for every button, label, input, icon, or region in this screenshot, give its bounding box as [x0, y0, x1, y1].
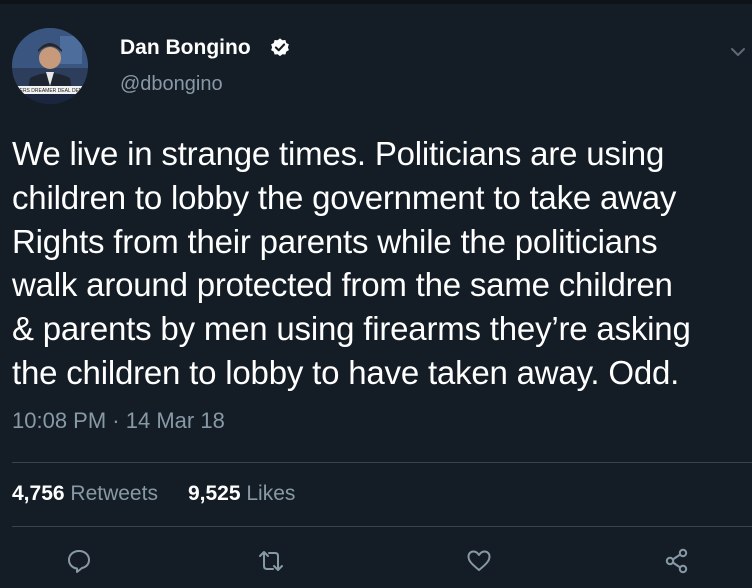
retweet-icon[interactable]: [258, 548, 284, 574]
chevron-down-icon[interactable]: [730, 46, 746, 58]
verified-badge-icon: [271, 38, 289, 57]
user-handle[interactable]: @dbongino: [120, 73, 223, 96]
share-icon[interactable]: [664, 548, 690, 574]
tweet-card: DERS DREAMER DEAL DEM Dan Bongino @dbong…: [0, 0, 752, 588]
avatar[interactable]: DERS DREAMER DEAL DEM: [12, 28, 88, 104]
divider: [12, 462, 752, 463]
retweets-stat[interactable]: 4,756 Retweets: [12, 482, 158, 505]
retweets-count: 4,756: [12, 482, 65, 505]
avatar-image: DERS DREAMER DEAL DEM: [12, 28, 88, 104]
timestamp-separator: ·: [112, 408, 120, 433]
tweet-timestamp[interactable]: 10:08 PM · 14 Mar 18: [12, 408, 225, 434]
divider: [12, 526, 752, 527]
reply-icon[interactable]: [66, 548, 92, 574]
display-name[interactable]: Dan Bongino: [120, 36, 251, 60]
tweet-stats: 4,756 Retweets 9,525 Likes: [12, 482, 295, 506]
heart-icon[interactable]: [466, 548, 492, 574]
top-border: [0, 0, 752, 4]
tweet-date: 14 Mar 18: [125, 408, 225, 433]
likes-label: Likes: [246, 482, 296, 505]
retweets-label: Retweets: [70, 482, 158, 505]
likes-stat[interactable]: 9,525 Likes: [188, 482, 295, 505]
tweet-time: 10:08 PM: [12, 408, 107, 433]
likes-count: 9,525: [187, 482, 241, 505]
avatar-caption: DERS DREAMER DEAL DEM: [16, 88, 83, 94]
tweet-text: We live in strange times. Politicians ar…: [12, 135, 691, 391]
